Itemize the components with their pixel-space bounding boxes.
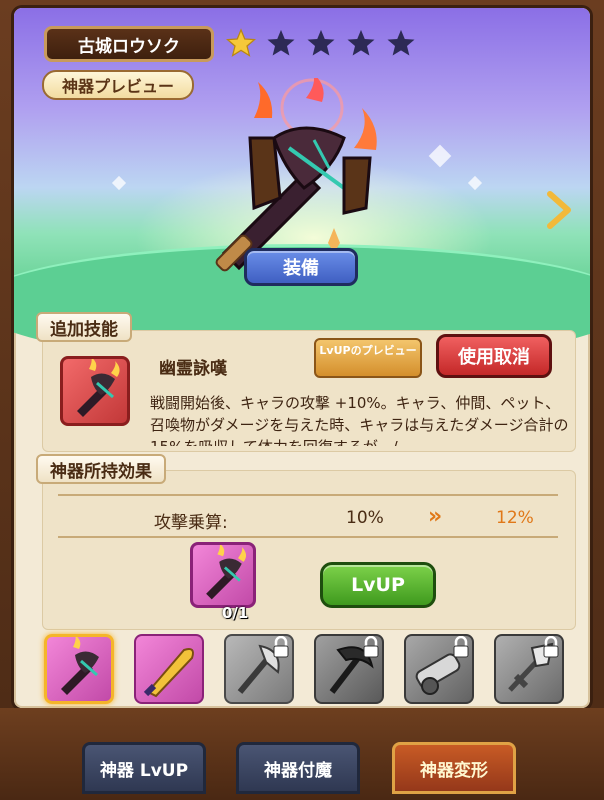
candle-icon bbox=[61, 637, 99, 695]
preview-tag-label: 神器プレビュー bbox=[61, 77, 174, 96]
material-count: 0/1 bbox=[222, 604, 249, 622]
tab-artifact-lvup[interactable]: 神器 LvUP bbox=[82, 742, 206, 794]
artifact-slot-golden-blade[interactable] bbox=[134, 634, 204, 704]
artifact-name-plate: 古城ロウソク bbox=[44, 26, 214, 62]
artifact-name: 古城ロウソク bbox=[78, 36, 180, 57]
sparkle-icon bbox=[467, 175, 483, 191]
stat-label: 攻擊乗算: bbox=[154, 513, 228, 533]
sparkle-icon bbox=[111, 175, 127, 191]
artifact-slot-dark-scythe[interactable] bbox=[314, 634, 384, 704]
artifact-preview-area: 古城ロウソク 神器プレビュー 装備 bbox=[14, 8, 590, 364]
possession-section-label: 神器所持効果 bbox=[50, 461, 152, 482]
lvup-preview-label: LvUPのプレビュー bbox=[319, 344, 417, 357]
skill-section-tag: 追加技能 bbox=[36, 312, 132, 342]
chevron-right-icon[interactable] bbox=[546, 190, 572, 230]
stat-current-value: 10% bbox=[346, 508, 384, 528]
unequip-button[interactable]: 使用取消 bbox=[436, 334, 552, 378]
lock-icon bbox=[453, 636, 469, 658]
tab-label: 神器 LvUP bbox=[99, 760, 189, 781]
possession-section-tag: 神器所持効果 bbox=[36, 454, 166, 484]
tab-artifact-transform[interactable]: 神器変形 bbox=[392, 742, 516, 794]
artifact-slot-crystal-sword[interactable] bbox=[494, 634, 564, 704]
skill-description: 戦闘開始後、キャラの攻撃 +10%。キャラ、仲間、ペット、召喚物がダメージを与え… bbox=[150, 394, 569, 446]
candle-icon bbox=[206, 543, 247, 600]
lvup-button[interactable]: LvUP bbox=[320, 562, 436, 608]
star-empty-icon bbox=[387, 29, 415, 56]
artifact-slot-candle[interactable] bbox=[44, 634, 114, 704]
golden-blade-icon bbox=[143, 648, 194, 698]
artifact-slot-silver-axe[interactable] bbox=[224, 634, 294, 704]
star-empty-icon bbox=[347, 29, 375, 56]
divider bbox=[58, 536, 558, 538]
lock-icon bbox=[273, 636, 289, 658]
equip-button[interactable]: 装備 bbox=[244, 248, 358, 286]
double-chevron-right-icon: » bbox=[428, 504, 443, 529]
lvup-material-slot[interactable] bbox=[190, 542, 256, 608]
sparkle-icon bbox=[428, 144, 452, 168]
artifact-slot-cannon[interactable] bbox=[404, 634, 474, 704]
candle-icon bbox=[77, 357, 120, 417]
divider bbox=[58, 494, 558, 496]
stat-row: 攻擊乗算: 10% » 12% bbox=[74, 504, 558, 533]
lvup-button-label: LvUP bbox=[351, 574, 405, 596]
preview-tag: 神器プレビュー bbox=[42, 70, 194, 100]
skill-name: 幽霊詠嘆 bbox=[159, 359, 227, 379]
star-filled-icon bbox=[226, 28, 256, 57]
tab-label: 神器付魔 bbox=[264, 760, 332, 781]
star-empty-icon bbox=[307, 29, 335, 56]
lock-icon bbox=[543, 636, 559, 658]
equip-button-label: 装備 bbox=[283, 258, 319, 279]
star-empty-icon bbox=[267, 29, 295, 56]
lock-icon bbox=[363, 636, 379, 658]
skill-icon bbox=[60, 356, 130, 426]
tab-label: 神器変形 bbox=[420, 760, 488, 781]
artifact-panel: 古城ロウソク 神器プレビュー 装備 追加技能 幽霊詠嘆 LvUPのプレビュー 使… bbox=[14, 8, 590, 708]
stat-next-value: 12% bbox=[496, 508, 534, 528]
tab-artifact-enchant[interactable]: 神器付魔 bbox=[236, 742, 360, 794]
lvup-preview-button[interactable]: LvUPのプレビュー bbox=[314, 338, 422, 378]
skill-section-label: 追加技能 bbox=[50, 319, 118, 340]
unequip-button-label: 使用取消 bbox=[458, 347, 530, 368]
star-rating bbox=[226, 28, 416, 58]
